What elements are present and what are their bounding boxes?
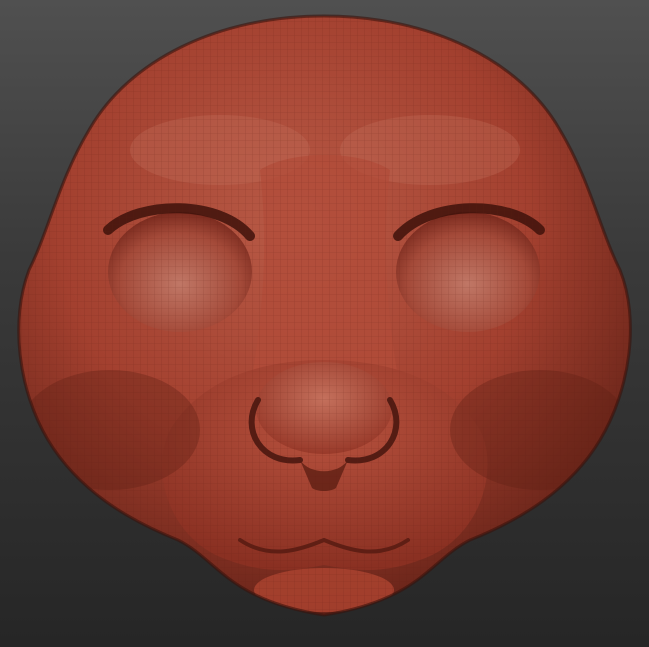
sculpted-head-model[interactable] <box>0 0 649 647</box>
wireframe-overlay <box>18 16 631 615</box>
3d-viewport[interactable] <box>0 0 649 647</box>
